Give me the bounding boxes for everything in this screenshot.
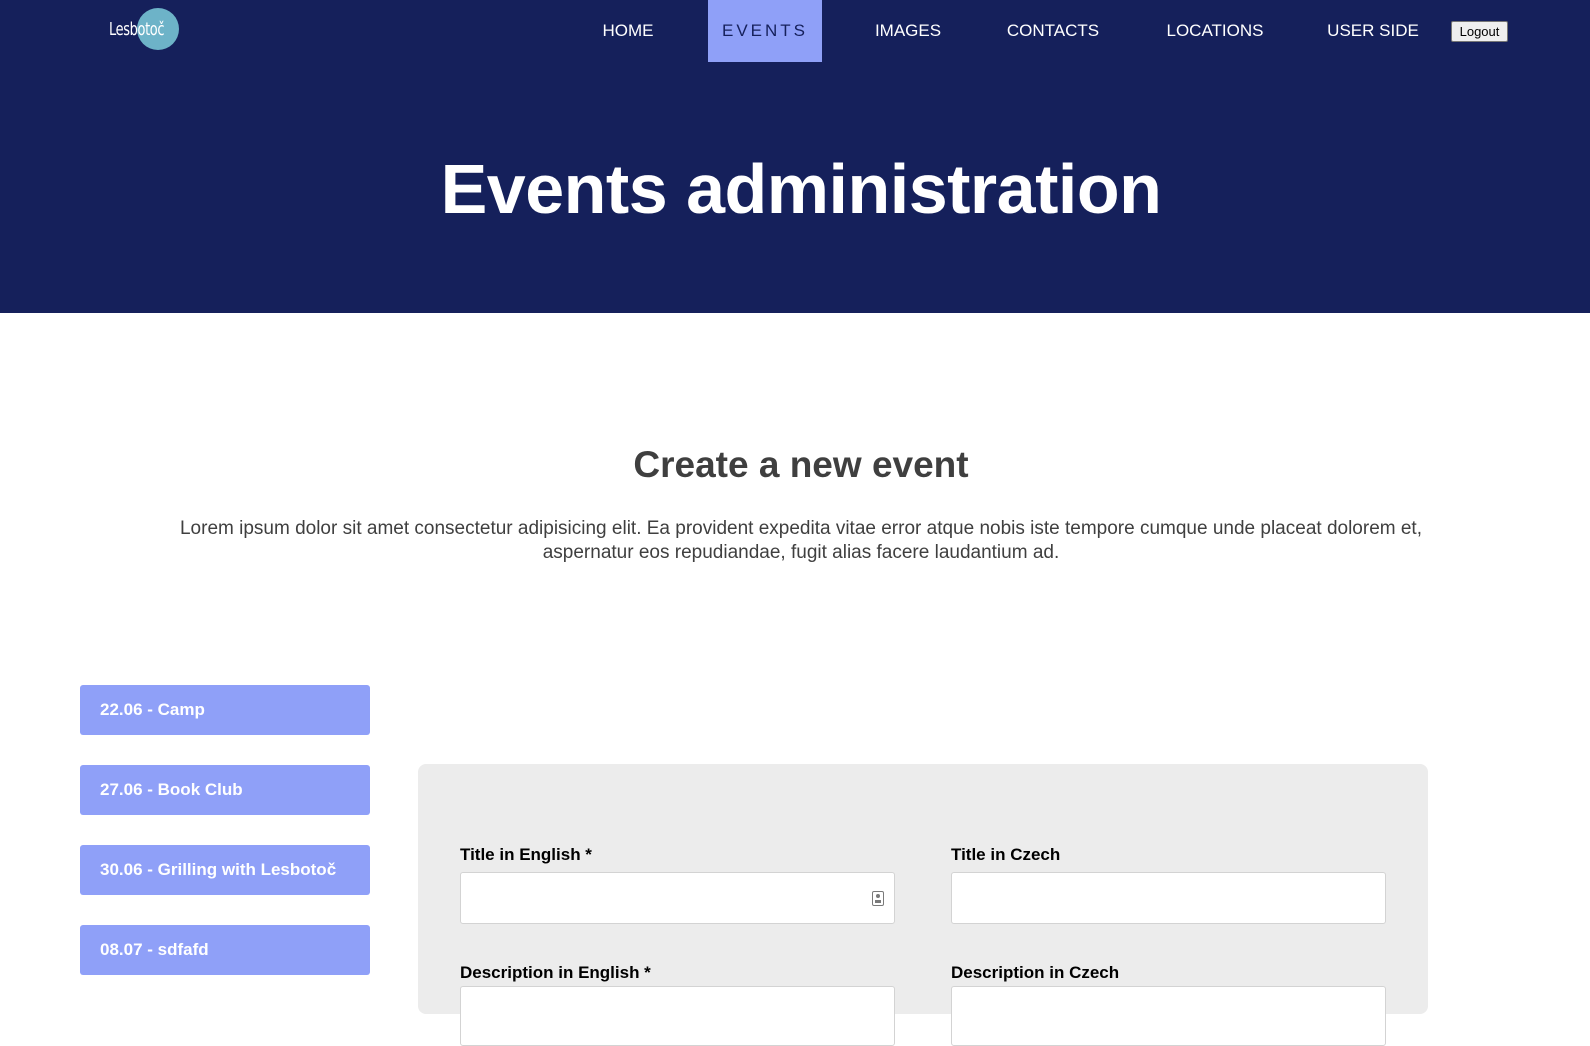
event-list-item[interactable]: 27.06 - Book Club	[80, 765, 370, 815]
logo[interactable]: Lesbotoč	[109, 8, 179, 52]
nav-home[interactable]: HOME	[592, 0, 664, 62]
desc-en-input[interactable]	[460, 986, 895, 1046]
nav-events[interactable]: EVENTS	[708, 0, 822, 62]
desc-cz-input[interactable]	[951, 986, 1386, 1046]
event-list-item[interactable]: 30.06 - Grilling with Lesbotoč	[80, 845, 370, 895]
desc-en-label: Description in English *	[460, 963, 651, 982]
nav-contacts[interactable]: CONTACTS	[1003, 0, 1103, 62]
nav-images[interactable]: IMAGES	[870, 0, 946, 62]
event-form: Title in English * Title in Czech Descri…	[418, 764, 1428, 1046]
header: Lesbotoč HOME EVENTS IMAGES CONTACTS LOC…	[0, 0, 1590, 313]
logout-button[interactable]: Logout	[1451, 21, 1508, 42]
event-list-item[interactable]: 08.07 - sdfafd	[80, 925, 370, 975]
section-description: Lorem ipsum dolor sit amet consectetur a…	[179, 518, 1422, 563]
desc-cz-label: Description in Czech	[951, 963, 1120, 982]
title-cz-label: Title in Czech	[951, 845, 1061, 864]
section-title: Create a new event	[633, 444, 969, 485]
nav-user-side[interactable]: USER SIDE	[1325, 0, 1421, 62]
event-list-item[interactable]: 22.06 - Camp	[80, 685, 370, 735]
contact-card-icon[interactable]	[872, 891, 884, 906]
nav-locations[interactable]: LOCATIONS	[1161, 0, 1269, 62]
logo-text: Lesbotoč	[109, 19, 165, 40]
title-en-label: Title in English *	[460, 845, 592, 864]
page-title: Events administration	[440, 150, 1162, 228]
title-en-input[interactable]	[460, 872, 895, 924]
title-cz-input[interactable]	[951, 872, 1386, 924]
